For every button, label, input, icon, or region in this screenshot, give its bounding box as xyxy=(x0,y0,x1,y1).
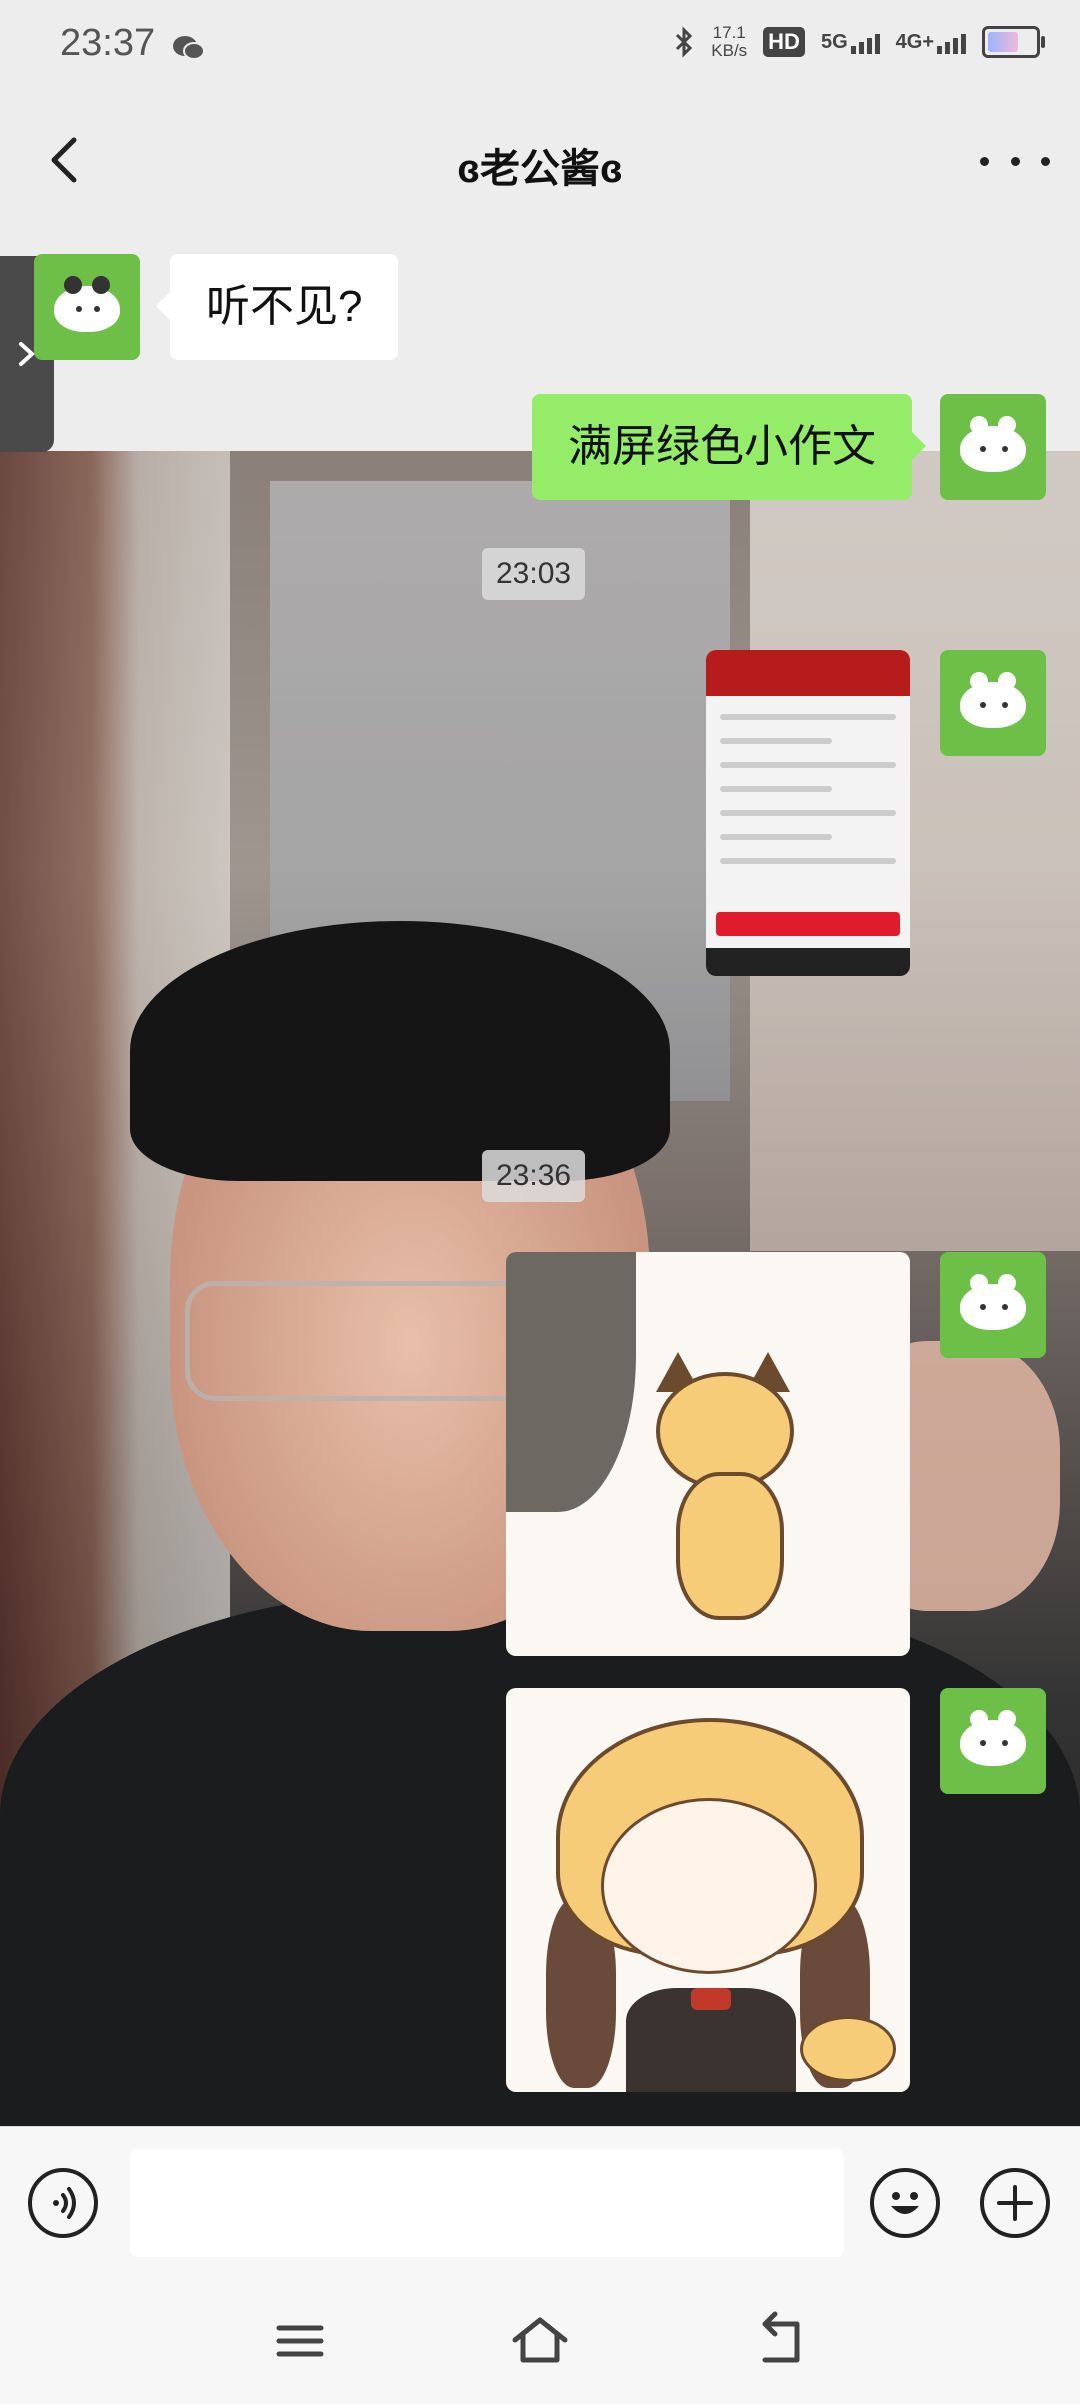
signal-icon xyxy=(937,33,966,54)
wechat-icon xyxy=(173,36,205,60)
image-message-cat-sticker[interactable] xyxy=(506,1252,910,1656)
system-nav-bar xyxy=(0,2280,1080,2404)
menu-icon[interactable] xyxy=(265,2306,335,2376)
message-input[interactable] xyxy=(130,2149,844,2257)
signal-icon xyxy=(850,33,880,54)
sim2-signal: 4G+ xyxy=(896,31,966,54)
hd-badge: HD xyxy=(763,27,805,57)
input-bar xyxy=(0,2126,1080,2281)
status-time: 23:37 xyxy=(60,22,156,64)
back-icon[interactable] xyxy=(745,2306,815,2376)
message-bubble-outgoing[interactable]: 满屏绿色小作文 xyxy=(532,394,926,500)
timestamp: 23:03 xyxy=(482,548,586,600)
status-bar: 23:37 17.1 KB/s HD 5G 4G+ xyxy=(0,0,1080,96)
plus-icon[interactable] xyxy=(980,2168,1050,2238)
status-icons: 17.1 KB/s HD 5G 4G+ xyxy=(673,23,1045,60)
chat-header: ɞ老公酱ɞ xyxy=(0,96,1080,226)
net-speed: 17.1 KB/s xyxy=(711,23,748,60)
hamster-avatar[interactable] xyxy=(940,1252,1046,1358)
emoji-icon[interactable] xyxy=(870,2168,940,2238)
chat-area[interactable]: 听不见? 满屏绿色小作文 23:03 23:36 xyxy=(0,226,1080,2126)
message-bubble-incoming[interactable]: 听不见? xyxy=(155,254,399,360)
home-icon[interactable] xyxy=(505,2306,575,2376)
sim1-signal: 5G xyxy=(821,31,880,54)
battery-icon xyxy=(982,26,1045,58)
image-message-screenshot[interactable] xyxy=(706,650,910,976)
image-message-girl-sticker[interactable] xyxy=(506,1688,910,2092)
hamster-avatar[interactable] xyxy=(940,1688,1046,1794)
hamster-avatar[interactable] xyxy=(940,394,1046,500)
voice-icon[interactable] xyxy=(28,2168,98,2238)
timestamp: 23:36 xyxy=(482,1150,586,1202)
more-icon[interactable] xyxy=(980,136,1050,186)
panda-avatar[interactable] xyxy=(34,254,140,360)
bluetooth-icon xyxy=(676,26,693,58)
chat-title: ɞ老公酱ɞ xyxy=(457,147,623,191)
hamster-avatar[interactable] xyxy=(940,650,1046,756)
